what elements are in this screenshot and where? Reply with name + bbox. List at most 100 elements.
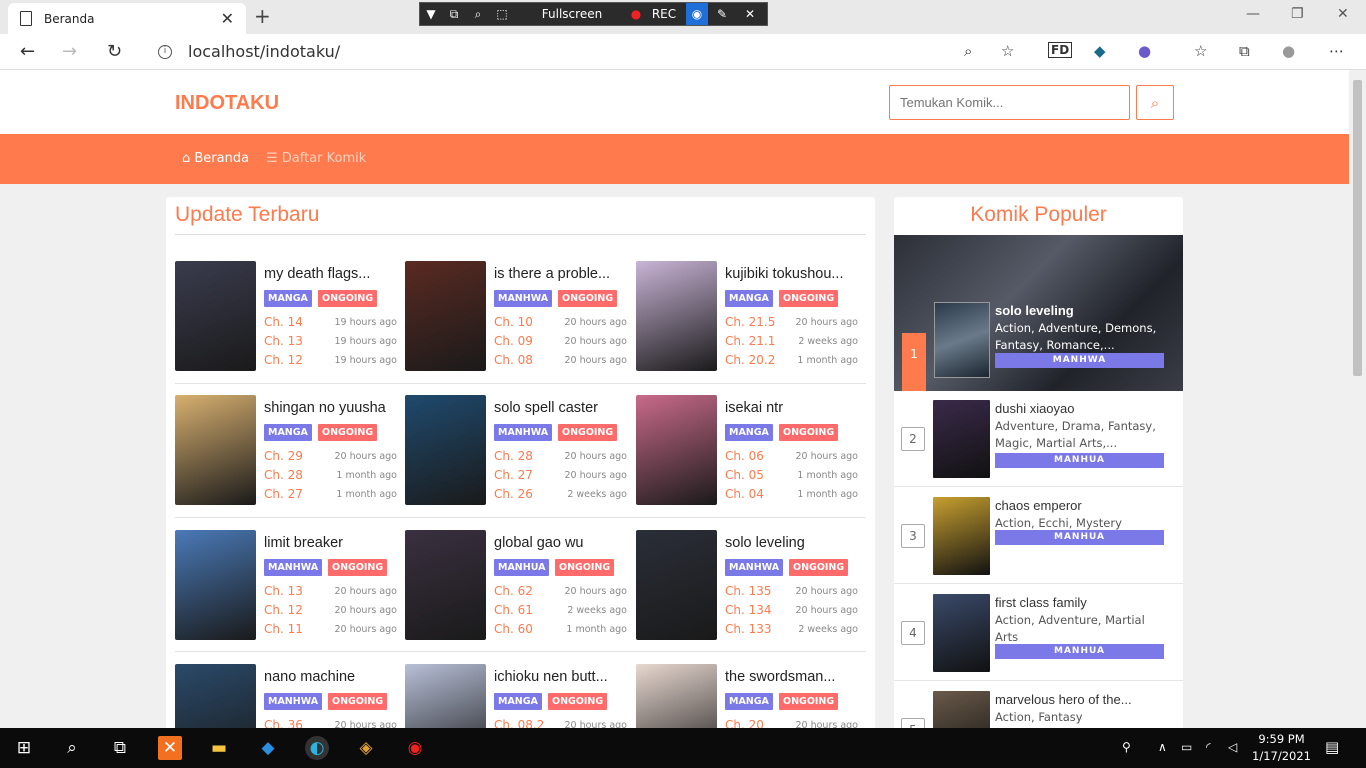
file-explorer-icon[interactable]: ▬ (207, 736, 231, 760)
comic-title[interactable]: the swordsman... (725, 669, 835, 685)
chapter-link[interactable]: Ch. 06 (725, 449, 764, 463)
chapter-link[interactable]: Ch. 11 (264, 622, 303, 636)
comic-title[interactable]: is there a proble... (494, 266, 610, 282)
volume-icon[interactable]: ◁ (1228, 740, 1237, 754)
search-button[interactable]: ⌕ (1136, 85, 1174, 120)
comic-title[interactable]: first class family (995, 595, 1087, 610)
comic-cover[interactable] (636, 664, 717, 737)
comic-card[interactable]: the swordsman... MANGA ONGOING Ch. 20 20 hou… (636, 664, 866, 737)
window-icon[interactable]: ⧉ (442, 3, 466, 25)
comic-cover[interactable] (405, 664, 486, 737)
comic-cover[interactable] (405, 530, 486, 640)
url-field[interactable]: i localhost/indotaku/ (144, 36, 1030, 67)
xampp-icon[interactable]: ✕ (158, 736, 182, 760)
refresh-icon[interactable]: ↻ (107, 41, 122, 62)
chapter-link[interactable]: Ch. 14 (264, 315, 303, 329)
comic-title[interactable]: nano machine (264, 669, 355, 685)
chapter-link[interactable]: Ch. 27 (264, 487, 303, 501)
chapter-link[interactable]: Ch. 12 (264, 353, 303, 367)
task-view-icon[interactable]: ⧉ (108, 736, 132, 760)
favorites-icon[interactable]: ☆ (1194, 42, 1207, 60)
chapter-link[interactable]: Ch. 21.1 (725, 334, 775, 348)
comic-title[interactable]: ichioku nen butt... (494, 669, 608, 685)
comic-cover[interactable] (175, 664, 256, 737)
close-recorder-icon[interactable]: ✕ (736, 3, 764, 25)
chapter-link[interactable]: Ch. 08 (494, 353, 533, 367)
restore-icon[interactable]: ❐ (1291, 6, 1304, 22)
comic-cover[interactable] (934, 302, 990, 378)
zoom-icon[interactable]: ⌕ (964, 42, 972, 60)
chapter-link[interactable]: Ch. 13 (264, 334, 303, 348)
comic-title[interactable]: solo leveling (725, 535, 805, 551)
notifications-icon[interactable]: ▤ (1325, 738, 1339, 756)
git-icon[interactable]: ◈ (354, 736, 378, 760)
close-window-icon[interactable]: ✕ (1337, 6, 1349, 22)
chapter-link[interactable]: Ch. 134 (725, 603, 772, 617)
comic-cover[interactable] (175, 395, 256, 505)
chapter-link[interactable]: Ch. 60 (494, 622, 533, 636)
crop-icon[interactable]: ⬚ (490, 3, 514, 25)
search-icon[interactable]: ⌕ (60, 736, 84, 760)
site-logo[interactable]: INDOTAKU (175, 92, 279, 115)
comic-title[interactable]: dushi xiaoyao (995, 401, 1075, 416)
comic-cover[interactable] (933, 400, 990, 478)
new-tab-icon[interactable]: + (254, 4, 271, 28)
minimize-icon[interactable]: — (1246, 6, 1260, 22)
comic-card[interactable]: solo leveling MANHWA ONGOING Ch. 135 20 hour… (636, 530, 866, 640)
popular-item[interactable]: 4 first class family Action, Adventure, … (894, 585, 1183, 681)
chapter-link[interactable]: Ch. 61 (494, 603, 533, 617)
chapter-link[interactable]: Ch. 04 (725, 487, 764, 501)
search-icon[interactable]: ⌕ (466, 3, 490, 25)
system-clock[interactable]: 9:59 PM 1/17/2021 (1252, 731, 1311, 765)
scrollbar-thumb[interactable] (1353, 80, 1362, 376)
comic-card[interactable]: shingan no yuusha MANGA ONGOING Ch. 29 20 ho… (175, 395, 405, 505)
comic-card[interactable]: global gao wu MANHUA ONGOING Ch. 62 20 hours… (405, 530, 635, 640)
back-icon[interactable]: ← (20, 41, 35, 62)
chapter-link[interactable]: Ch. 28 (264, 468, 303, 482)
chapter-link[interactable]: Ch. 62 (494, 584, 533, 598)
comic-card[interactable]: nano machine MANHWA ONGOING Ch. 36 20 hours … (175, 664, 405, 737)
comic-title[interactable]: isekai ntr (725, 400, 783, 416)
chapter-link[interactable]: Ch. 10 (494, 315, 533, 329)
comic-card[interactable]: limit breaker MANHWA ONGOING Ch. 13 20 hours… (175, 530, 405, 640)
search-input[interactable] (889, 85, 1130, 120)
comic-title[interactable]: solo leveling (995, 303, 1074, 318)
comic-card[interactable]: solo spell caster MANHWA ONGOING Ch. 28 20 h… (405, 395, 635, 505)
chapter-link[interactable]: Ch. 28 (494, 449, 533, 463)
chapter-link[interactable]: Ch. 05 (725, 468, 764, 482)
comic-cover[interactable] (405, 395, 486, 505)
info-icon[interactable]: i (158, 44, 172, 59)
comic-cover[interactable] (933, 497, 990, 575)
comic-title[interactable]: global gao wu (494, 535, 584, 551)
chevron-up-icon[interactable]: ∧ (1158, 740, 1167, 754)
popular-item[interactable]: 2 dushi xiaoyao Adventure, Drama, Fantas… (894, 391, 1183, 487)
profile-avatar-icon[interactable]: ● (1282, 42, 1295, 60)
comic-cover[interactable] (175, 530, 256, 640)
recorder-app-icon[interactable]: ◉ (403, 736, 427, 760)
more-menu-icon[interactable]: ⋯ (1329, 42, 1344, 60)
comic-title[interactable]: limit breaker (264, 535, 343, 551)
close-tab-icon[interactable]: ✕ (221, 9, 234, 28)
comic-title[interactable]: kujibiki tokushou... (725, 266, 843, 282)
favorite-star-icon[interactable]: ☆ (1001, 42, 1014, 60)
nav-home[interactable]: ⌂ Beranda (182, 151, 249, 166)
fullscreen-button[interactable]: Fullscreen (514, 3, 630, 25)
collections-icon[interactable]: ⧉ (1239, 42, 1250, 60)
comic-cover[interactable] (405, 261, 486, 371)
chapter-link[interactable]: Ch. 09 (494, 334, 533, 348)
chevron-down-icon[interactable]: ▼ (420, 3, 442, 25)
popular-item[interactable]: 3 chaos emperor Action, Ecchi, Mystery M… (894, 488, 1183, 584)
chapter-link[interactable]: Ch. 133 (725, 622, 772, 636)
featured-popular-item[interactable]: 1 solo leveling Action, Adventure, Demon… (894, 235, 1183, 391)
comic-title[interactable]: shingan no yuusha (264, 400, 386, 416)
comic-card[interactable]: isekai ntr MANGA ONGOING Ch. 06 20 hours ago… (636, 395, 866, 505)
webcam-icon[interactable]: ◉ (686, 3, 708, 25)
chapter-link[interactable]: Ch. 12 (264, 603, 303, 617)
comic-cover[interactable] (933, 594, 990, 672)
extension-icon[interactable]: ◆ (1094, 42, 1106, 60)
chapter-link[interactable]: Ch. 29 (264, 449, 303, 463)
comic-title[interactable]: chaos emperor (995, 498, 1082, 513)
chapter-link[interactable]: Ch. 135 (725, 584, 772, 598)
vscode-icon[interactable]: ◆ (256, 736, 280, 760)
people-icon[interactable]: ⚲ (1122, 740, 1131, 754)
